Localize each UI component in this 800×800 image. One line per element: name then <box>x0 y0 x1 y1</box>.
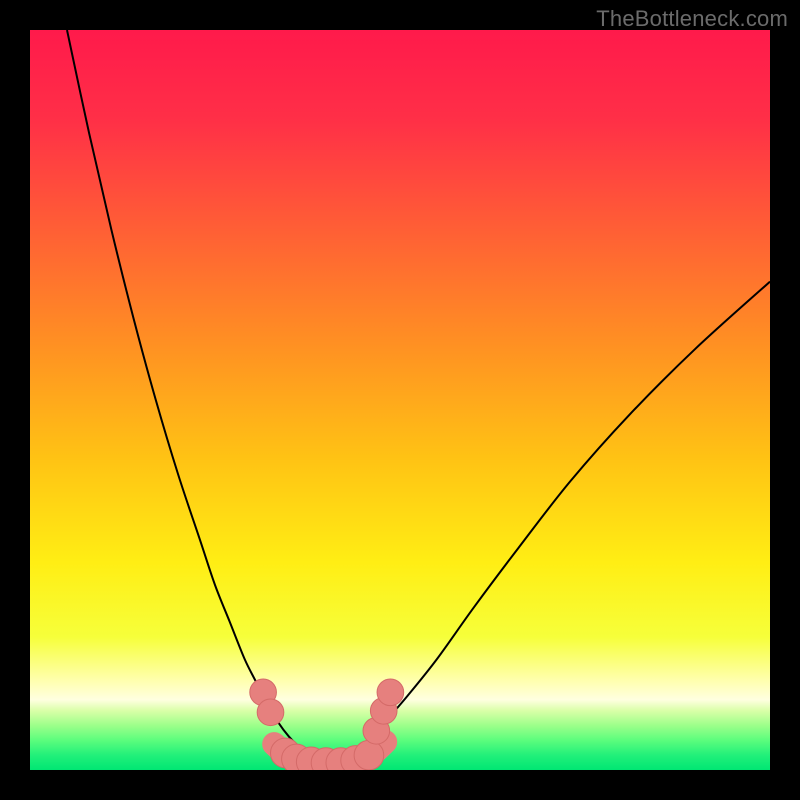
marker-group <box>250 679 404 770</box>
data-marker <box>257 699 284 726</box>
curve-left-curve <box>67 30 311 755</box>
chart-svg <box>30 30 770 770</box>
outer-frame: TheBottleneck.com <box>0 0 800 800</box>
plot-area <box>30 30 770 770</box>
curve-right-curve <box>356 282 770 756</box>
data-marker <box>377 679 404 706</box>
series-group <box>67 30 770 763</box>
data-marker <box>354 740 384 770</box>
watermark-text: TheBottleneck.com <box>596 6 788 32</box>
